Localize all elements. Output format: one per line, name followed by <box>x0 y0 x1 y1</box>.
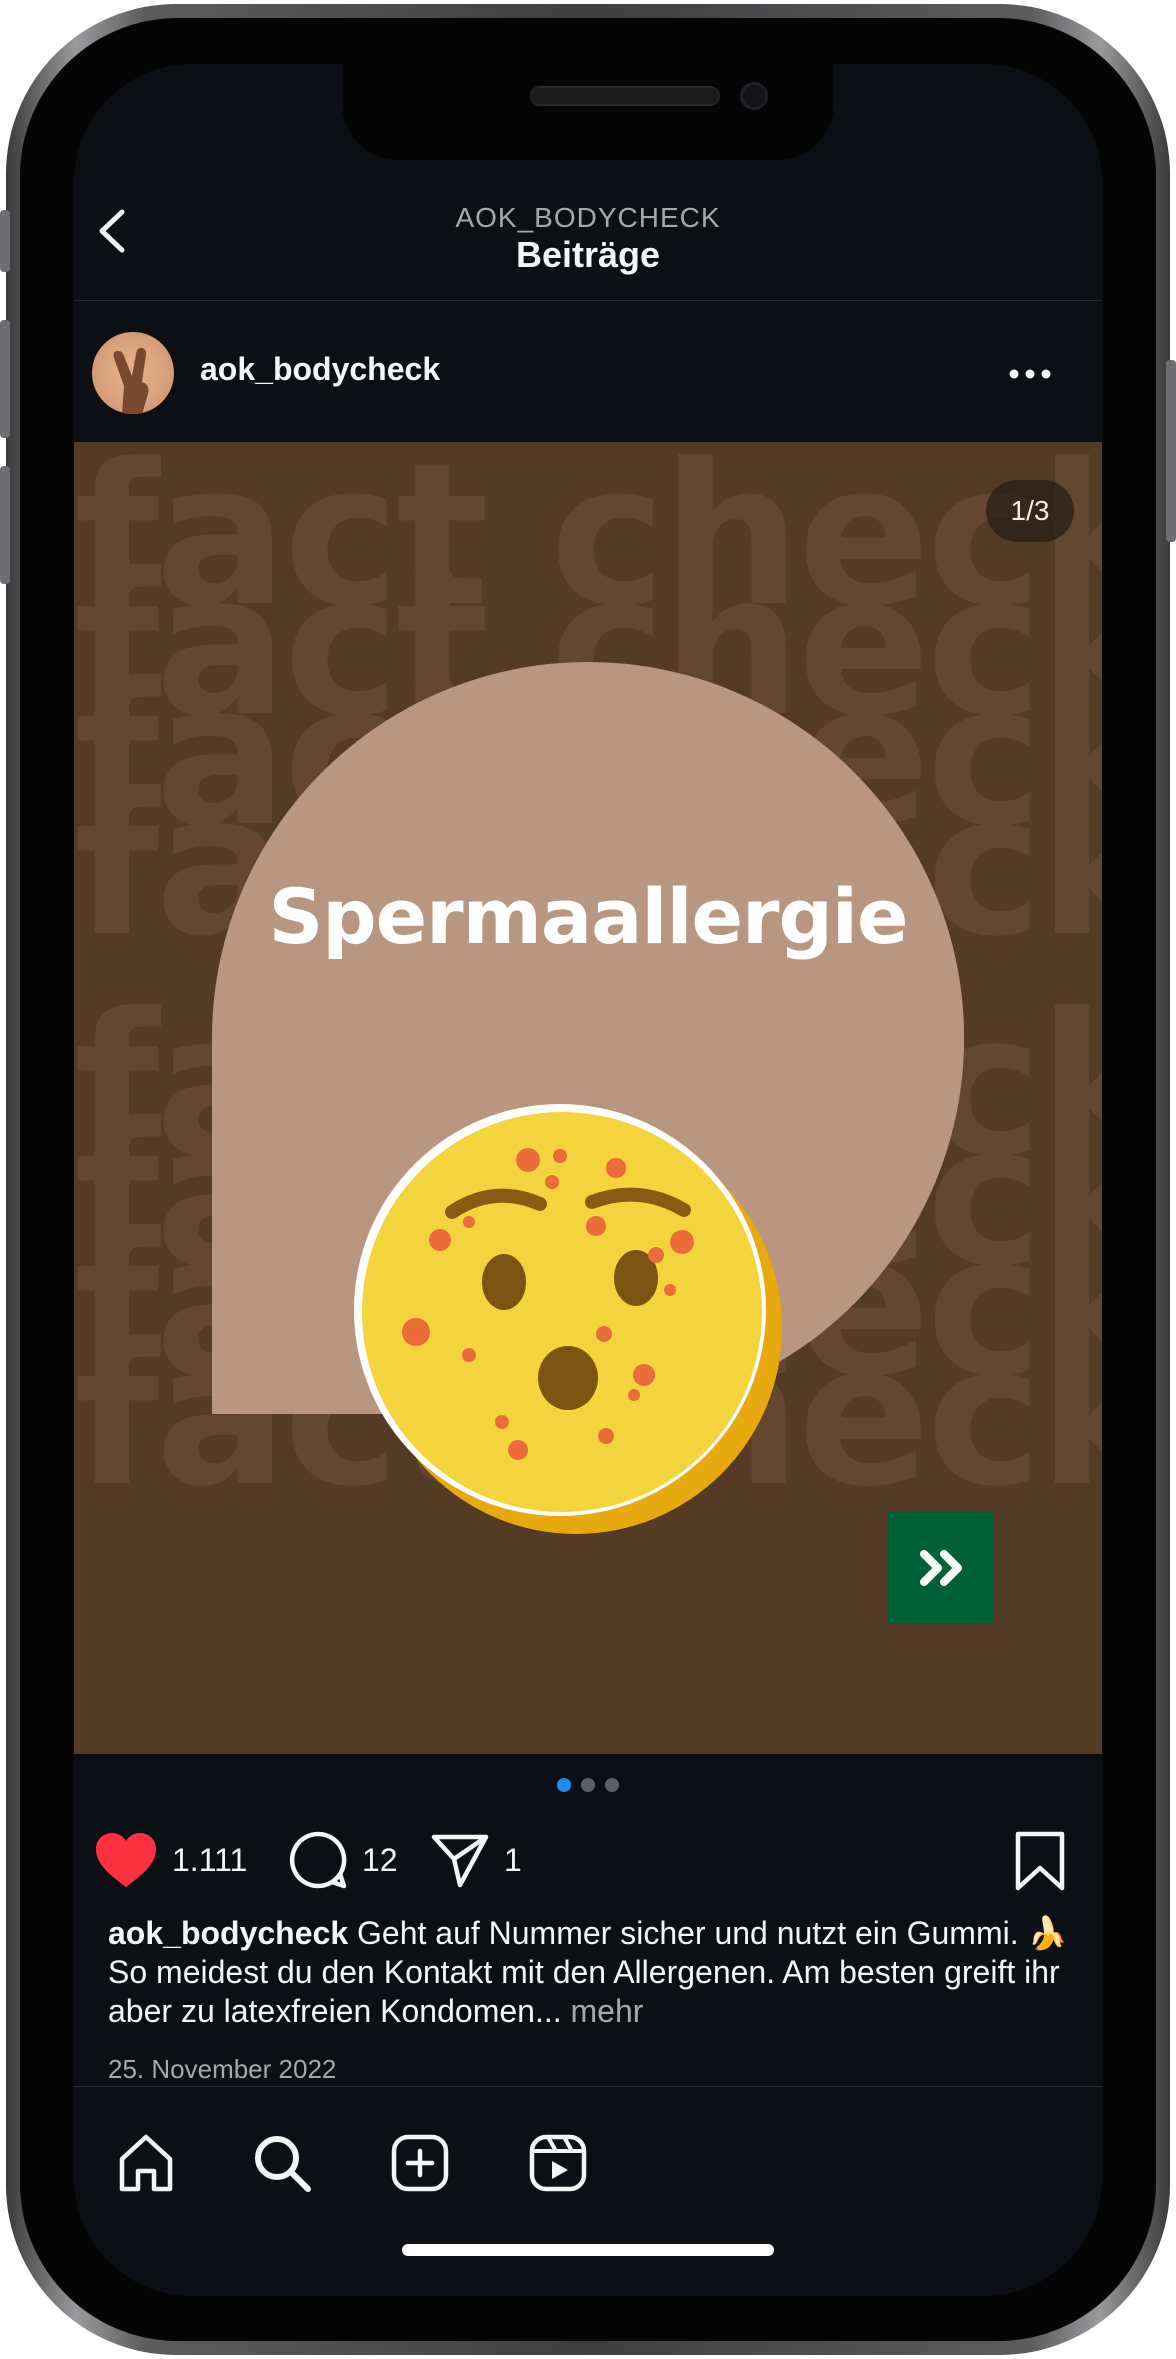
earpiece-speaker <box>530 86 720 106</box>
heart-filled-icon[interactable] <box>94 1831 158 1889</box>
header-divider <box>74 300 1102 301</box>
tab-reels[interactable] <box>526 2131 590 2195</box>
post-caption: aok_bodycheck Geht auf Nummer sicher und… <box>108 1914 1088 2031</box>
tab-home[interactable] <box>114 2131 178 2195</box>
power-button <box>1166 360 1176 542</box>
ellipsis-icon <box>1009 369 1051 379</box>
bookmark-icon <box>1015 1831 1065 1891</box>
post-image[interactable]: fact check fact check fact check fact ch… <box>74 442 1102 1754</box>
create-icon <box>391 2134 449 2192</box>
header-account-name: AOK_BODYCHECK <box>455 202 721 233</box>
home-indicator[interactable] <box>402 2244 774 2256</box>
like-count[interactable]: 1.111 <box>172 1842 247 1879</box>
caption-more-link[interactable]: mehr <box>562 1993 644 2029</box>
front-camera <box>740 82 768 110</box>
page-title: Beiträge <box>515 234 661 275</box>
carousel-indicator <box>74 1778 1102 1797</box>
next-slide-button[interactable] <box>888 1512 994 1624</box>
comment-count: 12 <box>362 1841 398 1878</box>
share-action[interactable]: 1 <box>430 1828 522 1892</box>
carousel-dot <box>581 1778 595 1792</box>
carousel-dot <box>557 1778 571 1792</box>
save-button[interactable] <box>1012 1830 1068 1892</box>
search-icon <box>255 2136 311 2192</box>
reels-icon <box>529 2134 587 2192</box>
post-image-title: Spermaallergie <box>268 872 908 961</box>
share-count: 1 <box>504 1841 522 1878</box>
carousel-dot <box>605 1778 619 1792</box>
caption-username[interactable]: aok_bodycheck <box>108 1915 348 1951</box>
notch <box>342 64 834 160</box>
comment-action[interactable]: 12 <box>288 1828 398 1892</box>
avatar[interactable] <box>92 332 174 414</box>
allergic-face-emoji-icon <box>354 1104 782 1534</box>
comment-icon[interactable] <box>288 1830 348 1890</box>
volume-down-button <box>0 466 10 584</box>
home-icon <box>119 2134 173 2192</box>
carousel-counter: 1/3 <box>986 480 1074 542</box>
more-options-button[interactable] <box>1000 354 1060 394</box>
send-icon[interactable] <box>430 1831 490 1889</box>
like-action[interactable]: 1.111 <box>94 1828 247 1892</box>
tab-create[interactable] <box>388 2131 452 2195</box>
volume-up-button <box>0 320 10 438</box>
tab-search[interactable] <box>250 2131 314 2195</box>
post-username[interactable]: aok_bodycheck <box>200 351 440 388</box>
double-chevron-right-icon <box>920 1550 962 1586</box>
bottom-tab-bar <box>74 2086 1102 2296</box>
screen: AOK_BODYCHECK Beiträge aok_bodycheck fac… <box>74 64 1102 2296</box>
peace-hand-icon <box>113 347 149 414</box>
mute-switch <box>0 210 10 272</box>
post-date: 25. November 2022 <box>108 2054 337 2084</box>
